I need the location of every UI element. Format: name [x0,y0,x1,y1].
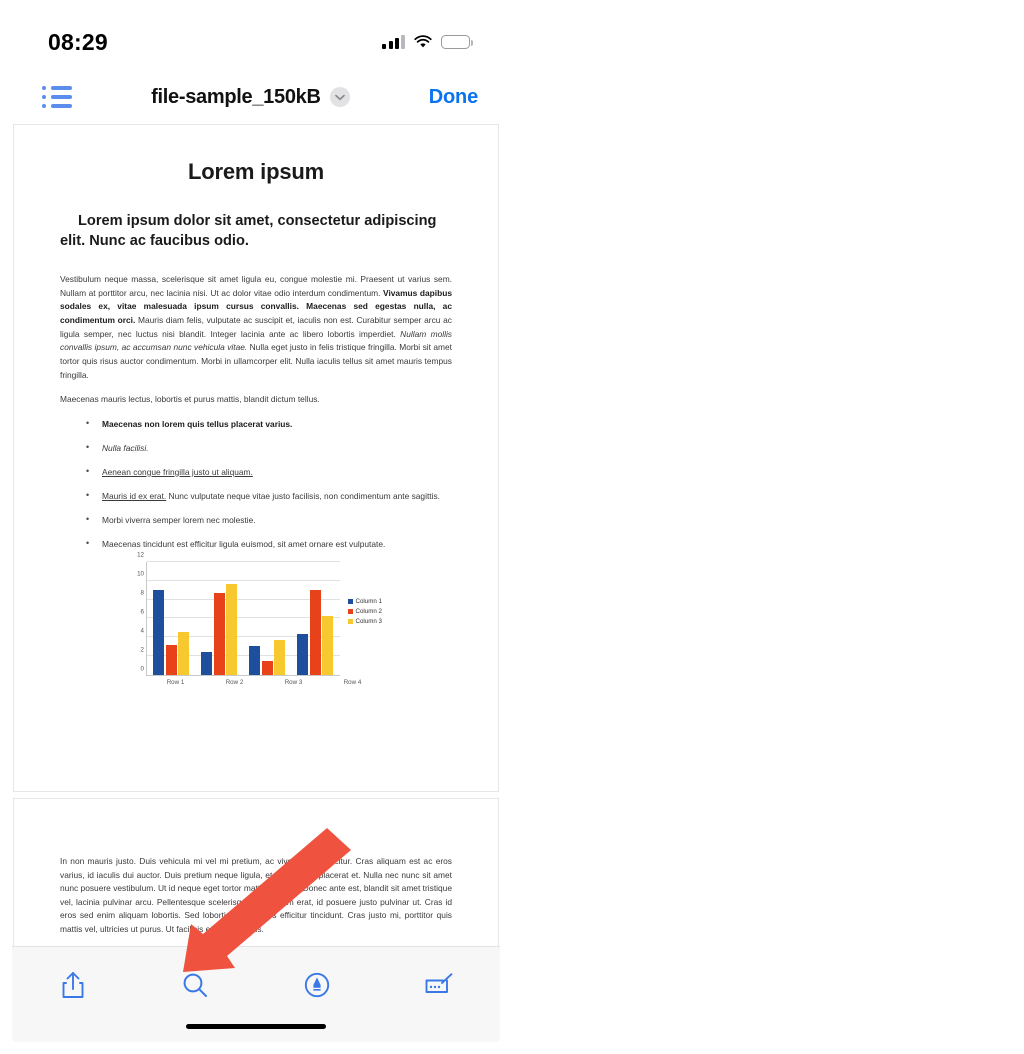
chart-x-tick: Row 1 [166,678,185,686]
chart-y-tick: 6 [140,608,144,616]
chart-legend-item: Column 2 [347,607,382,615]
bullet-text: Mauris id ex erat. [102,490,167,501]
document-paragraph-1: Vestibulum neque massa, scelerisque sit … [60,273,452,382]
page-title: file-sample_150kB [151,85,321,108]
chart-legend-swatch [347,608,353,614]
chart-plot-area [146,560,340,676]
chart-bar-group [201,562,238,675]
document-bullet-list: Maecenas non lorem quis tellus placerat … [60,417,452,551]
document-heading: Lorem ipsum dolor sit amet, consectetur … [60,213,437,250]
bullet-text-end: quis tellus placerat varius. [184,418,293,429]
page2-paragraph: In non mauris justo. Duis vehicula mi ve… [60,856,452,935]
bullet-text-end: nec molestie. [203,514,256,525]
navigation-bar: file-sample_150kB Done [12,70,500,124]
bulleted-list-icon[interactable] [42,86,72,108]
bullet-match-text: lorem [182,514,204,525]
chart-legend-swatch [347,598,353,604]
list-item: Aenean congue fringilla justo ut aliquam… [86,465,452,479]
right-phone-screenshot: 08:29 file-sam [512,0,1024,1054]
chart-y-tick: 12 [137,551,144,559]
chart-legend-label: Column 2 [355,607,382,615]
chart-y-tick: 10 [137,570,144,578]
chart-legend-label: Column 3 [355,617,382,625]
chart-bar [178,632,190,675]
list-item: Nulla facilisi. [86,441,452,455]
bullet-text: Maecenas tincidunt est efficitur ligula … [102,538,386,549]
chart-y-axis: 0 2 4 6 8 10 12 [130,551,146,676]
chevron-down-icon[interactable] [329,87,350,107]
bottom-toolbar [12,946,500,1042]
wifi-icon [414,35,432,48]
share-icon[interactable] [43,963,103,1007]
document-page-1: Lorem ipsum Lorem ipsum dolor sit amet, … [13,124,499,792]
chart-x-tick: Row 3 [284,678,303,686]
bullet-text: Nulla facilisi. [102,442,149,453]
chart-bar [322,616,334,675]
chart-legend-label: Column 1 [355,597,382,605]
bullet-text: Morbi viverra semper [102,514,183,525]
chart-legend-item: Column 1 [347,597,382,605]
chart-bar [274,640,286,675]
status-icons [382,35,474,49]
chart-y-tick: 4 [140,627,144,635]
chart-bar [165,644,177,675]
document-scroll-area[interactable]: Lorem ipsum Lorem ipsum dolor sit amet, … [12,124,500,1042]
chart-y-tick: 8 [140,589,144,597]
left-phone-screenshot: 08:29 file-sample_150kB Done Lorem ipsum… [0,0,512,1054]
chart-x-axis: Row 1 Row 2 Row 3 Row 4 [146,679,382,686]
bar-chart: 0 2 4 6 8 10 12 Column 1 Column 2 Column 3 Row 1… [130,551,382,686]
status-bar: 08:29 [12,14,500,70]
markup-icon[interactable] [287,963,347,1007]
chart-bar [297,634,309,675]
search-icon[interactable] [165,963,225,1007]
chart-x-tick: Row 4 [343,678,362,686]
chart-x-tick: Row 2 [225,678,244,686]
chart-legend: Column 1 Column 2 Column 3 [347,562,382,676]
chart-bar [213,592,225,675]
chart-y-tick: 0 [140,665,144,673]
chart-bar [261,660,273,675]
document-title: Lorem ipsum [188,159,324,184]
screenshot-stage: 08:29 file-sample_150kB Done Lorem ipsum… [0,0,1024,1054]
home-indicator [186,1024,326,1029]
document-paragraph-2: Maecenas mauris lectus, lobortis et puru… [60,394,320,405]
list-item: Morbi viverra semper lorem nec molestie. [86,513,452,527]
done-button[interactable]: Done [429,86,478,109]
chart-bar-group [297,562,334,675]
chart-bar-group [153,562,190,675]
status-clock: 08:29 [48,28,108,55]
bullet-match-text: lorem [162,418,185,429]
signature-icon[interactable] [409,963,469,1007]
list-item: Maecenas tincidunt est efficitur ligula … [86,537,452,551]
chart-bar [153,590,165,675]
chart-bar [309,590,321,675]
chart-bar [249,645,261,675]
chart-y-tick: 2 [140,646,144,654]
bullet-text: Maecenas non [102,418,163,429]
list-item: Maecenas non lorem quis tellus placerat … [86,417,452,431]
list-item: Mauris id ex erat. Nunc vulputate neque … [86,489,452,503]
chart-bar [226,584,238,675]
bullet-text: Aenean congue fringilla justo ut aliquam… [102,466,253,477]
chart-bar-group [249,562,286,675]
chart-legend-item: Column 3 [347,617,382,625]
cellular-bars-icon [382,35,405,49]
battery-icon [441,35,474,49]
document-title-group[interactable]: file-sample_150kB [151,85,350,109]
chart-bar [201,652,213,675]
bullet-text-end: Nunc vulputate neque vitae justo facilis… [166,490,440,501]
chart-legend-swatch [347,618,353,624]
left-screen: 08:29 file-sample_150kB Done Lorem ipsum… [12,14,500,1042]
